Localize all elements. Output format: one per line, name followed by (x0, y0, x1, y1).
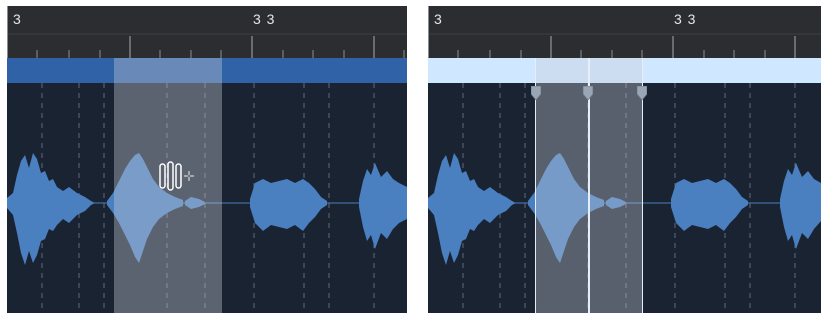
arrange-view-left[interactable]: 3 3 3 (7, 6, 407, 313)
selection-start-marker-icon[interactable] (531, 86, 541, 100)
selection-end-marker-icon[interactable] (637, 86, 647, 100)
timeline-ruler[interactable]: 3 3 3 (428, 6, 821, 58)
selection-split-marker-icon[interactable] (583, 86, 593, 100)
ruler-ticks (7, 6, 407, 58)
timeline-ruler[interactable]: 3 3 3 (7, 6, 407, 58)
marquee-stretch-plus-icon (158, 161, 198, 193)
ruler-ticks (428, 6, 821, 58)
arrange-view-right[interactable]: 3 3 3 (428, 6, 821, 313)
